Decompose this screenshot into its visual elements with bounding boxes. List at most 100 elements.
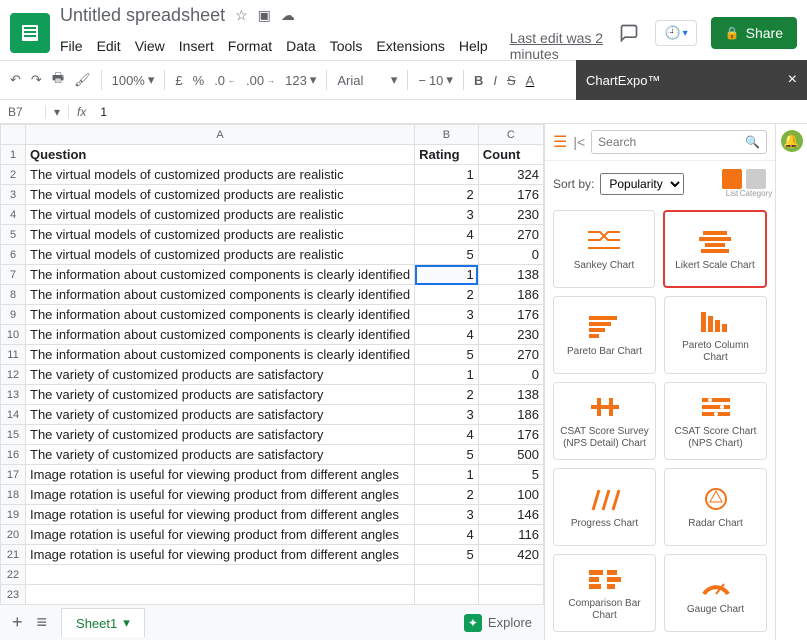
cell[interactable]: 270 (478, 345, 543, 365)
row-header[interactable]: 9 (1, 305, 26, 325)
cell[interactable]: Image rotation is useful for viewing pro… (26, 485, 415, 505)
sidebar-menu-icon[interactable]: ☰ (553, 132, 567, 152)
row-header[interactable]: 3 (1, 185, 26, 205)
cell[interactable]: The virtual models of customized product… (26, 205, 415, 225)
chart-card[interactable]: Gauge Chart (664, 554, 767, 632)
chart-card[interactable]: Comparison Bar Chart (553, 554, 656, 632)
menu-tools[interactable]: Tools (330, 38, 363, 54)
row-header[interactable]: 14 (1, 405, 26, 425)
cell[interactable]: 4 (415, 425, 479, 445)
cell[interactable]: 176 (478, 425, 543, 445)
number-format[interactable]: 123 ▾ (285, 72, 316, 88)
doc-title[interactable]: Untitled spreadsheet (60, 5, 225, 26)
cell[interactable]: The information about customized compone… (26, 325, 415, 345)
decrease-decimal[interactable]: .0← (214, 73, 236, 88)
view-category[interactable]: Category (745, 169, 767, 198)
row-header[interactable]: 15 (1, 425, 26, 445)
row-header[interactable]: 1 (1, 145, 26, 165)
strike-icon[interactable]: S (507, 73, 516, 88)
paint-format-icon[interactable]: 🖌 (74, 72, 91, 88)
row-header[interactable]: 4 (1, 205, 26, 225)
col-header-b[interactable]: B (415, 125, 479, 145)
chart-card[interactable]: CSAT Score Chart (NPS Chart) (664, 382, 767, 460)
row-header[interactable]: 12 (1, 365, 26, 385)
cell[interactable]: 2 (415, 285, 479, 305)
row-header[interactable]: 11 (1, 345, 26, 365)
cell[interactable]: 100 (478, 485, 543, 505)
menu-extensions[interactable]: Extensions (376, 38, 444, 54)
cell[interactable]: Image rotation is useful for viewing pro… (26, 465, 415, 485)
row-header[interactable]: 18 (1, 485, 26, 505)
row-header[interactable]: 21 (1, 545, 26, 565)
cell[interactable]: The virtual models of customized product… (26, 185, 415, 205)
formula-input[interactable]: 1 (94, 105, 107, 119)
cell[interactable]: The variety of customized products are s… (26, 445, 415, 465)
comment-icon[interactable] (617, 21, 641, 45)
cell[interactable]: 0 (478, 365, 543, 385)
cell[interactable]: Image rotation is useful for viewing pro… (26, 545, 415, 565)
chart-card[interactable]: Pareto Column Chart (664, 296, 767, 374)
cell[interactable]: Count (478, 145, 543, 165)
menu-insert[interactable]: Insert (179, 38, 214, 54)
cell[interactable]: The variety of customized products are s… (26, 405, 415, 425)
sort-select[interactable]: Popularity (600, 173, 684, 195)
row-header[interactable]: 19 (1, 505, 26, 525)
cell[interactable]: 3 (415, 205, 479, 225)
row-header[interactable]: 10 (1, 325, 26, 345)
sheets-logo[interactable] (10, 13, 50, 53)
cell[interactable]: 2 (415, 185, 479, 205)
cell[interactable]: The information about customized compone… (26, 305, 415, 325)
cell[interactable]: Image rotation is useful for viewing pro… (26, 525, 415, 545)
cell[interactable]: 1 (415, 265, 479, 285)
undo-icon[interactable]: ↶ (10, 72, 21, 88)
cell[interactable]: 5 (415, 245, 479, 265)
cell[interactable]: 4 (415, 525, 479, 545)
name-box-dropdown[interactable]: ▾ (45, 105, 69, 119)
cell[interactable]: 1 (415, 365, 479, 385)
chart-card[interactable]: Progress Chart (553, 468, 656, 546)
cell[interactable]: 420 (478, 545, 543, 565)
cell[interactable]: 138 (478, 265, 543, 285)
menu-edit[interactable]: Edit (97, 38, 121, 54)
cell[interactable]: 3 (415, 505, 479, 525)
cell[interactable]: 5 (415, 545, 479, 565)
row-header[interactable]: 22 (1, 565, 26, 585)
percent-format[interactable]: % (193, 73, 205, 88)
cell[interactable]: The virtual models of customized product… (26, 165, 415, 185)
row-header[interactable]: 16 (1, 445, 26, 465)
cell[interactable] (26, 585, 415, 605)
cell[interactable]: Rating (415, 145, 479, 165)
bold-icon[interactable]: B (474, 73, 483, 88)
cell[interactable]: The variety of customized products are s… (26, 365, 415, 385)
back-icon[interactable]: |< (573, 134, 585, 150)
print-icon[interactable]: 🖶 (52, 69, 64, 91)
add-sheet-icon[interactable]: + (12, 612, 23, 633)
chart-card[interactable]: Sankey Chart (553, 210, 655, 288)
cell[interactable]: The variety of customized products are s… (26, 425, 415, 445)
chart-card[interactable]: Radar Chart (664, 468, 767, 546)
cell[interactable] (478, 565, 543, 585)
cell[interactable]: The information about customized compone… (26, 285, 415, 305)
version-history-icon[interactable]: 🕘▾ (655, 20, 696, 46)
cell[interactable]: 270 (478, 225, 543, 245)
cell[interactable]: 138 (478, 385, 543, 405)
cell[interactable]: 176 (478, 185, 543, 205)
cell[interactable]: 5 (415, 445, 479, 465)
chart-card[interactable]: Likert Scale Chart (663, 210, 767, 288)
cell[interactable]: The information about customized compone… (26, 345, 415, 365)
menu-file[interactable]: File (60, 38, 83, 54)
cell[interactable] (415, 585, 479, 605)
cell[interactable]: 500 (478, 445, 543, 465)
cell[interactable]: 1 (415, 165, 479, 185)
italic-icon[interactable]: I (493, 73, 497, 88)
row-header[interactable]: 23 (1, 585, 26, 605)
cell[interactable] (478, 585, 543, 605)
increase-decimal[interactable]: .00→ (246, 73, 275, 88)
row-header[interactable]: 8 (1, 285, 26, 305)
cell[interactable] (26, 565, 415, 585)
menu-data[interactable]: Data (286, 38, 316, 54)
cell[interactable]: Image rotation is useful for viewing pro… (26, 505, 415, 525)
search-input[interactable] (598, 135, 745, 149)
currency-format[interactable]: £ (175, 73, 182, 88)
cell[interactable] (415, 565, 479, 585)
